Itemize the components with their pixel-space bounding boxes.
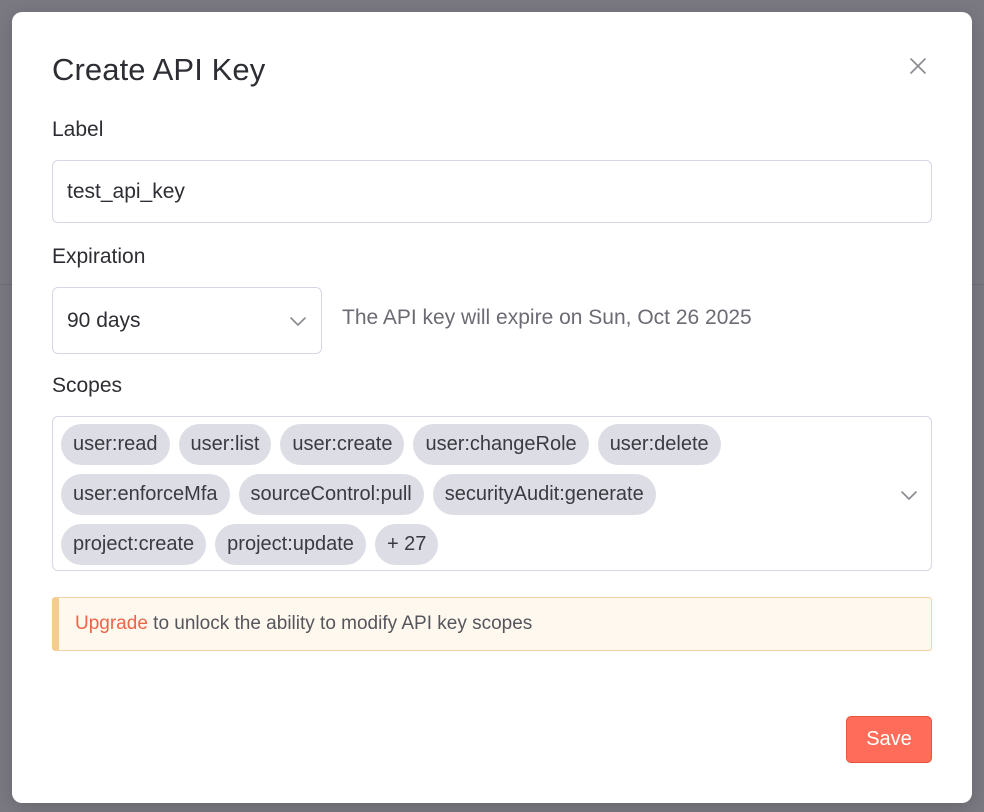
upgrade-link[interactable]: Upgrade [75, 613, 148, 634]
modal-title: Create API Key [52, 52, 266, 87]
label-input[interactable] [52, 160, 932, 223]
callout-text: to unlock the ability to modify API key … [147, 613, 533, 634]
scope-chip: project:create [61, 524, 207, 565]
scope-chip: securityAudit:generate [432, 474, 656, 515]
scope-chip: project:update [215, 524, 366, 565]
more-scopes-chip[interactable]: + 27 [374, 524, 439, 565]
scopes-chip-row: user:enforceMfa sourceControl:pull secur… [61, 474, 931, 515]
expiration-select[interactable]: 90 days [52, 287, 322, 354]
scopes-multiselect[interactable]: user:read user:list user:create user:cha… [52, 416, 932, 571]
scope-chip: user:changeRole [413, 424, 589, 465]
chevron-down-icon [901, 491, 917, 500]
scopes-chip-row: user:read user:list user:create user:cha… [61, 424, 931, 465]
scope-chip: user:delete [597, 424, 721, 465]
expiration-label: Expiration [52, 245, 146, 268]
scope-chip: user:enforceMfa [61, 474, 230, 515]
scope-chip: user:list [178, 424, 272, 465]
chevron-down-icon [290, 316, 306, 326]
expiration-selected-value: 90 days [67, 308, 141, 332]
upgrade-callout: Upgrade to unlock the ability to modify … [52, 597, 932, 651]
close-icon [910, 58, 926, 74]
scopes-dropdown-toggle[interactable] [899, 485, 919, 505]
scope-chip: sourceControl:pull [238, 474, 424, 515]
scope-chip: user:read [61, 424, 170, 465]
save-button[interactable]: Save [846, 716, 932, 763]
scopes-label: Scopes [52, 374, 123, 397]
close-button[interactable] [906, 54, 930, 78]
scope-chip: user:create [280, 424, 405, 465]
create-api-key-modal: Create API Key Label Expiration 90 days … [12, 12, 972, 803]
expiration-note: The API key will expire on Sun, Oct 26 2… [342, 306, 752, 329]
scopes-chip-row: project:create project:update + 27 [61, 524, 931, 565]
label-field-label: Label [52, 118, 104, 141]
